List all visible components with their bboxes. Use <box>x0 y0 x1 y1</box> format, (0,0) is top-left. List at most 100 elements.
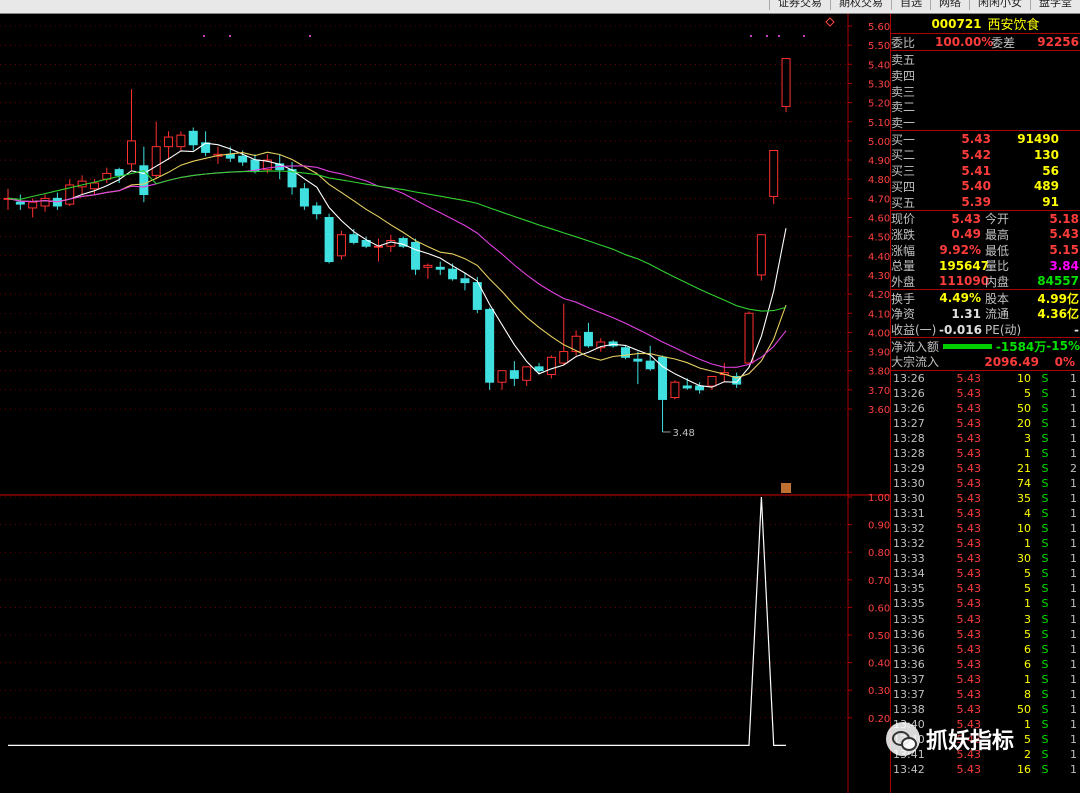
tick-count: 1 <box>1070 717 1077 731</box>
sell-level-1[interactable]: 卖五 <box>891 52 1080 68</box>
tick-volume: 1 <box>1024 672 1031 686</box>
candle <box>312 202 322 220</box>
tick-row: 13:37 5.43 8 S 1 <box>891 687 1080 702</box>
candle-body <box>435 266 445 270</box>
candle-body <box>744 312 754 364</box>
quote-label: 现价 <box>891 212 916 227</box>
quote-row: 涨跌 0.49 最高 5.43 <box>891 227 1080 243</box>
buy-level-price: 5.43 <box>961 132 991 147</box>
tick-volume: 50 <box>1017 401 1031 415</box>
tick-price: 5.43 <box>956 401 982 415</box>
quote-label: 内盘 <box>985 274 1010 289</box>
menu-item-5[interactable]: 盘学堂 <box>1030 0 1080 10</box>
tick-volume: 3 <box>1024 612 1031 626</box>
tick-count: 1 <box>1070 642 1077 656</box>
candle <box>188 127 198 151</box>
tick-count: 1 <box>1070 537 1077 551</box>
tick-volume: 5 <box>1024 567 1031 581</box>
tick-row: 13:26 5.43 10 S 1 <box>891 371 1080 386</box>
buy-level-price: 5.42 <box>961 147 991 162</box>
tick-count: 1 <box>1070 522 1077 536</box>
indicator-tick-label: 0.50 <box>868 631 890 642</box>
candle-body <box>534 366 544 372</box>
stock-title: 000721 西安饮食 <box>891 14 1080 34</box>
tick-row: 13:30 5.43 74 S 1 <box>891 476 1080 491</box>
price-tick-label: 4.90 <box>868 156 890 167</box>
tick-count: 1 <box>1070 416 1077 430</box>
tick-count: 1 <box>1070 401 1077 415</box>
menu-item-1[interactable]: 期权交易 <box>830 0 891 10</box>
tick-row: 13:32 5.43 10 S 1 <box>891 521 1080 536</box>
indicator-tick-label: 0.70 <box>868 576 890 587</box>
sell-level-5[interactable]: 卖一 <box>891 115 1080 131</box>
tick-price: 5.43 <box>956 567 982 581</box>
candle-body <box>188 130 198 146</box>
fund-value: 4.49% <box>939 291 981 306</box>
tick-volume: 74 <box>1017 477 1031 491</box>
tick-volume: 8 <box>1024 687 1031 701</box>
fund-row: 换手 4.49% 股本 4.99亿 <box>891 290 1080 306</box>
quote-value: 5.43 <box>1049 227 1079 242</box>
menu-item-0[interactable]: 证券交易 <box>769 0 830 10</box>
tick-price: 5.43 <box>956 642 982 656</box>
quote-label: 涨幅 <box>891 243 916 258</box>
tick-count: 1 <box>1070 492 1077 506</box>
buy-level-price: 5.41 <box>961 163 991 178</box>
tick-volume: 35 <box>1017 492 1031 506</box>
candle <box>546 355 556 379</box>
diamond-icon[interactable] <box>825 17 835 27</box>
tick-time: 13:36 <box>893 642 925 656</box>
sell-level-4[interactable]: 卖二 <box>891 99 1080 115</box>
buy-level-price: 5.40 <box>961 179 991 194</box>
buy-level-1[interactable]: 买一 5.43 91490 <box>891 131 1080 147</box>
sell-level-label: 卖二 <box>891 100 916 115</box>
buy-level-volume: 91490 <box>1017 132 1059 147</box>
tick-count: 1 <box>1070 552 1077 566</box>
sell-level-2[interactable]: 卖四 <box>891 68 1080 84</box>
tick-volume: 1 <box>1024 447 1031 460</box>
tick-list[interactable]: 13:26 5.43 10 S 1 13:26 5.43 5 S 1 13:26 5.43 50 S 1 13… <box>891 371 1080 777</box>
menu-item-2[interactable]: 自选 <box>891 0 930 10</box>
tick-volume: 16 <box>1017 762 1031 776</box>
event-marker <box>750 35 752 37</box>
tick-row: 13:36 5.43 5 S 1 <box>891 627 1080 642</box>
indicator-tick-label: 0.80 <box>868 548 890 559</box>
price-tick-label: 4.20 <box>868 290 890 301</box>
candle-body <box>349 234 359 243</box>
buy-level-price: 5.39 <box>961 195 991 210</box>
wechat-icon <box>886 722 920 756</box>
stock-name: 西安饮食 <box>987 18 1040 33</box>
tick-time: 13:36 <box>893 657 925 671</box>
fund-value: -0.016 <box>939 322 982 337</box>
candle <box>583 322 593 348</box>
block-inflow-pct: 0% <box>1054 354 1075 369</box>
net-inflow-pct: -15% <box>1046 339 1080 354</box>
buy-level-5[interactable]: 买五 5.39 91 <box>891 194 1080 210</box>
candle <box>559 303 569 365</box>
candle-body <box>769 149 779 197</box>
price-chart[interactable]: 5.60 5.50 5.40 5.30 5.20 5.10 5.00 4.90 4.80 4.70… <box>0 14 890 793</box>
buy-level-3[interactable]: 买三 5.41 56 <box>891 163 1080 179</box>
buy-level-4[interactable]: 买四 5.40 489 <box>891 179 1080 195</box>
candle <box>374 238 383 262</box>
menu-item-4[interactable]: 闲闲小女 <box>969 0 1030 10</box>
tick-side: S <box>1041 687 1049 701</box>
menu-item-3[interactable]: 网络 <box>930 0 969 10</box>
sell-level-3[interactable]: 卖三 <box>891 83 1080 99</box>
price-tick-label: 3.80 <box>868 367 890 378</box>
quote-panel: 000721 西安饮食 委比 100.00% 委差 92256 卖五 卖四 卖三 卖二… <box>890 14 1080 793</box>
candle <box>299 183 309 210</box>
candle <box>287 161 297 195</box>
candle-body <box>28 201 38 209</box>
tick-volume: 5 <box>1024 627 1031 641</box>
tick-time: 13:33 <box>893 552 925 566</box>
buy-level-2[interactable]: 买二 5.42 130 <box>891 147 1080 163</box>
tick-volume: 50 <box>1017 702 1031 716</box>
event-marker <box>803 35 805 37</box>
tick-volume: 5 <box>1024 582 1031 596</box>
net-inflow-label: 净流入额 <box>891 339 940 354</box>
price-tick-label: 5.20 <box>868 99 890 110</box>
flag-icon[interactable] <box>781 483 791 493</box>
candle <box>336 230 346 260</box>
sell-level-label: 卖四 <box>891 69 916 84</box>
